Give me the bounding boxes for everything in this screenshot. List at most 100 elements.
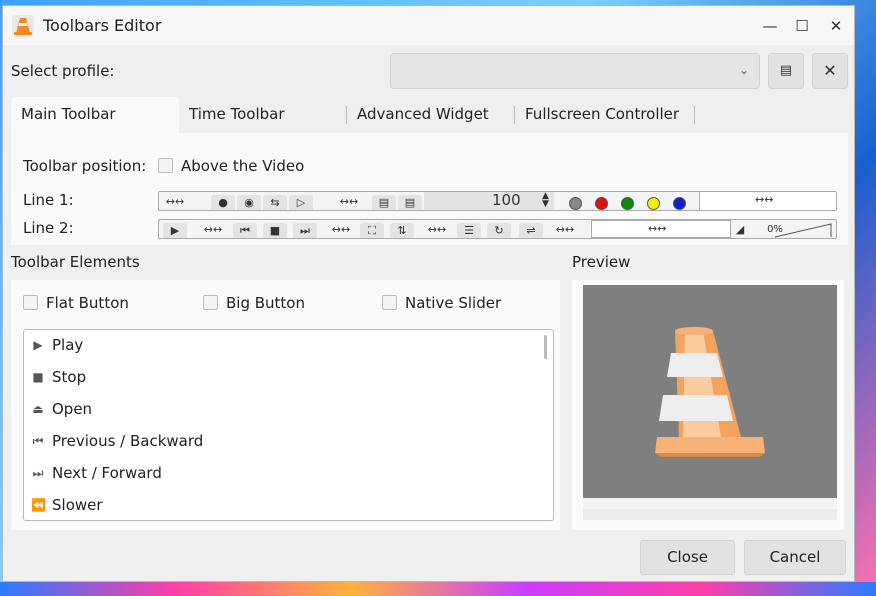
tab-label: Main Toolbar: [21, 105, 116, 123]
slower-icon: ⏪: [31, 498, 46, 512]
stop-icon: ■: [263, 223, 287, 238]
toolbar-tabs: Main Toolbar Time Toolbar Advanced Widge…: [9, 97, 849, 133]
tab-label: Advanced Widget: [357, 105, 489, 123]
list-item-label: Stop: [52, 368, 87, 386]
list-item-next[interactable]: ⏭ Next / Forward: [24, 458, 539, 490]
record-icon: ●: [211, 195, 235, 210]
window-close-button[interactable]: ✕: [825, 15, 847, 37]
line1-label: Line 1:: [23, 191, 74, 209]
preview-image: [583, 285, 837, 520]
previous-icon: ⏮: [32, 434, 44, 448]
list-item-label: Open: [52, 400, 93, 418]
vlc-cone-icon: [12, 15, 34, 37]
line2-label: Line 2:: [23, 219, 74, 237]
tab-fullscreen-controller[interactable]: Fullscreen Controller: [515, 97, 695, 133]
list-item-stop[interactable]: ■ Stop: [24, 362, 539, 394]
native-slider-checkbox[interactable]: [382, 295, 397, 310]
yellow-dot-icon: [647, 197, 660, 210]
main-toolbar-panel: Toolbar position: Above the Video Line 1…: [11, 133, 848, 245]
eject-icon: ⏏: [32, 402, 44, 416]
previous-icon: ⏮: [233, 223, 257, 238]
list-item-play[interactable]: ▶ Play: [24, 330, 539, 362]
spacer-icon: ↔↔: [331, 223, 351, 236]
frame-by-frame-icon: ▷: [289, 195, 313, 210]
tab-separator: [694, 106, 695, 124]
spacer-icon: ↔↔: [339, 195, 359, 208]
list-item-previous[interactable]: ⏮ Previous / Backward: [24, 426, 539, 458]
select-profile-label: Select profile:: [11, 62, 115, 80]
title-bar: Toolbars Editor — ☐ ✕: [3, 6, 854, 45]
volume-value: 100: [492, 191, 521, 209]
big-button-checkbox[interactable]: [203, 295, 218, 310]
spacer-icon: ↔↔: [427, 223, 447, 236]
loop-icon: ↻: [487, 223, 511, 238]
line2-toolbar[interactable]: ▶ ↔↔ ⏮ ■ ⏭ ↔↔ ⛶ ⇅ ↔↔ ☰ ↻ ⇌ ↔↔ ↔↔ ◢ 0%: [158, 219, 837, 239]
save-profile-button[interactable]: ▤: [768, 53, 804, 89]
window-title: Toolbars Editor: [43, 16, 162, 35]
big-button-label: Big Button: [226, 294, 305, 312]
native-slider-label: Native Slider: [405, 294, 502, 312]
time-label-area: ↔↔: [699, 192, 836, 210]
vlc-cone-icon: [655, 327, 765, 457]
spacer-icon: ↔↔: [203, 223, 223, 236]
shuffle-icon: ⇌: [519, 223, 543, 238]
flat-button-label: Flat Button: [46, 294, 129, 312]
element-list[interactable]: ▶ Play ■ Stop ⏏ Open ⏮ Previous / Backwa…: [23, 329, 554, 521]
playlist-icon: ▤: [372, 195, 396, 210]
extended-settings-icon: ▤: [398, 195, 422, 210]
red-dot-icon: [595, 197, 608, 210]
list-item-label: Next / Forward: [52, 464, 162, 482]
minimize-button[interactable]: —: [759, 15, 781, 37]
loop-ab-icon: ⇆: [263, 195, 287, 210]
tab-label: Time Toolbar: [189, 105, 285, 123]
speaker-icon: ◢: [735, 223, 745, 236]
gray-dot-icon: [569, 197, 582, 210]
toolbar-position-label: Toolbar position:: [23, 157, 147, 175]
list-item-label: Previous / Backward: [52, 432, 204, 450]
next-icon: ⏭: [293, 223, 317, 238]
stop-icon: ■: [32, 370, 44, 384]
snapshot-icon: ◉: [237, 195, 261, 210]
seek-slider-area: ↔↔: [591, 220, 731, 238]
spin-arrows-icon: ▲ ▼: [542, 191, 549, 209]
close-button[interactable]: Close: [640, 540, 735, 575]
spacer-icon: ↔↔: [755, 193, 774, 206]
preview-panel: [572, 280, 844, 530]
above-video-checkbox[interactable]: [158, 158, 173, 173]
chevron-down-icon: ⌄: [738, 63, 749, 77]
volume-spinbox: 100 ▲ ▼: [424, 192, 554, 210]
tab-label: Fullscreen Controller: [525, 105, 680, 123]
toolbars-editor-dialog: Toolbars Editor — ☐ ✕ Select profile: ⌄ …: [2, 5, 855, 582]
fullscreen-icon: ⛶: [360, 223, 384, 238]
playlist-icon: ☰: [457, 223, 481, 238]
spacer-icon: ↔↔: [555, 223, 575, 236]
equalizer-icon: ⇅: [390, 223, 414, 238]
line1-toolbar[interactable]: ↔↔ ● ◉ ⇆ ▷ ↔↔ ▤ ▤ 100 ▲ ▼ ↔↔: [158, 191, 837, 211]
cancel-button[interactable]: Cancel: [744, 540, 846, 575]
list-item-label: Slower: [52, 496, 103, 514]
profile-select[interactable]: ⌄: [390, 53, 760, 89]
blue-dot-icon: [673, 197, 686, 210]
toolbar-elements-panel: Flat Button Big Button Native Slider ▶ P…: [11, 280, 560, 530]
list-item-open[interactable]: ⏏ Open: [24, 394, 539, 426]
preview-toolbar-line2: [583, 509, 837, 520]
tab-main-toolbar[interactable]: Main Toolbar: [11, 97, 179, 133]
spacer-icon: ↔↔: [648, 222, 667, 235]
green-dot-icon: [621, 197, 634, 210]
tab-time-toolbar[interactable]: Time Toolbar: [179, 97, 347, 133]
list-item-label: Play: [52, 336, 84, 354]
tab-advanced-widget[interactable]: Advanced Widget: [347, 97, 515, 133]
volume-triangle-icon: [774, 223, 832, 238]
spacer-icon: ↔↔: [165, 195, 185, 208]
profile-list-icon: ▤: [779, 63, 793, 78]
play-icon: ▶: [33, 338, 43, 352]
list-item-slower[interactable]: ⏪ Slower: [24, 490, 539, 520]
list-scrollbar[interactable]: [544, 335, 547, 359]
delete-profile-button[interactable]: ✕: [812, 53, 848, 89]
play-icon: ▶: [163, 223, 187, 238]
flat-button-checkbox[interactable]: [23, 295, 38, 310]
maximize-button[interactable]: ☐: [791, 15, 813, 37]
preview-title: Preview: [572, 253, 631, 271]
next-icon: ⏭: [32, 466, 44, 480]
preview-toolbar-line1: [583, 498, 837, 509]
